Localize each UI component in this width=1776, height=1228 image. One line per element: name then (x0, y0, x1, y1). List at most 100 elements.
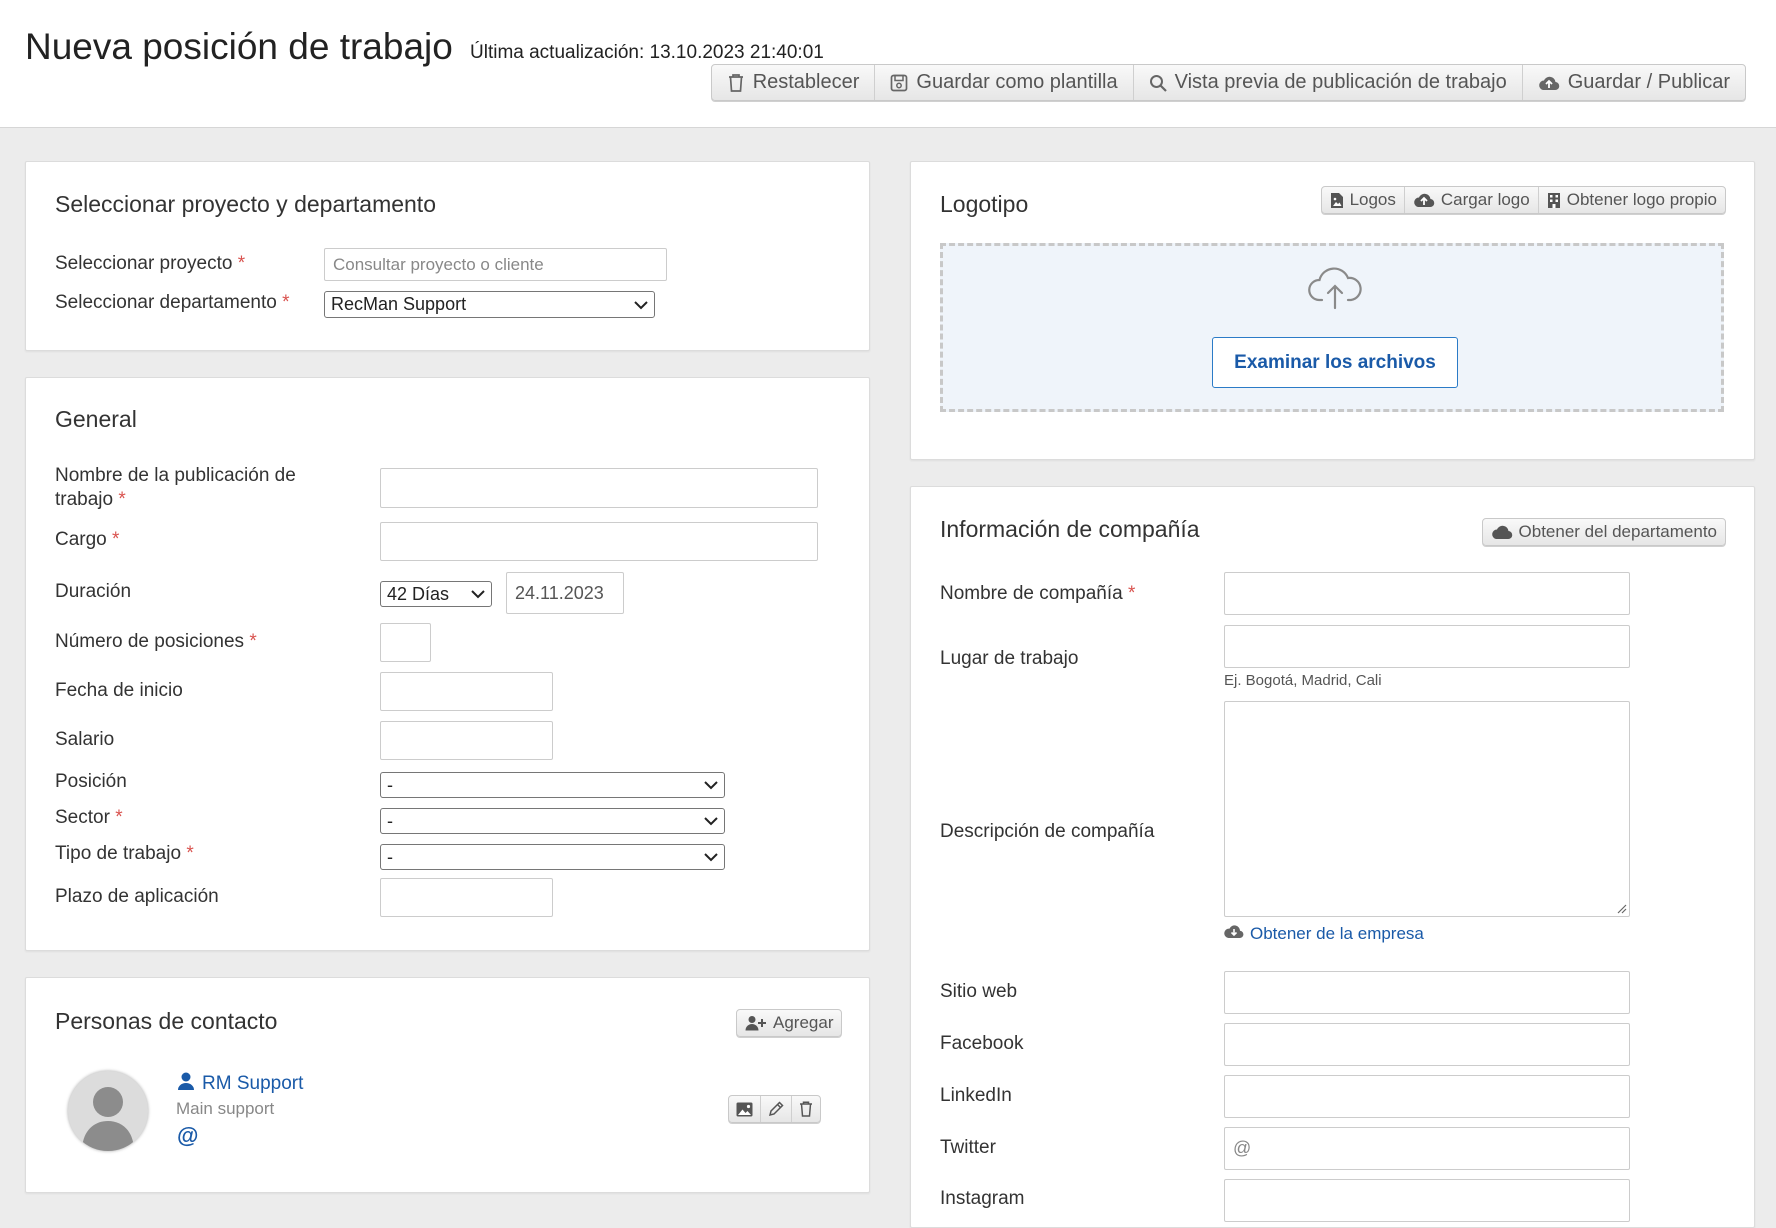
position-select[interactable]: - (380, 772, 725, 798)
salary-label: Salario (55, 729, 115, 750)
website-input[interactable] (1224, 971, 1630, 1014)
deadline-input[interactable] (380, 878, 553, 917)
cloud-upload-icon (1538, 74, 1560, 91)
positions-count-input[interactable] (380, 623, 431, 662)
fetch-from-department-button[interactable]: Obtener del departamento (1483, 519, 1725, 545)
chevron-down-icon (471, 590, 485, 599)
company-card-title: Información de compañía (940, 516, 1200, 542)
company-name-label: Nombre de compañía * (940, 583, 1136, 604)
twitter-input[interactable]: @ (1224, 1127, 1630, 1170)
trash-icon (727, 73, 745, 93)
contact-email-link[interactable]: @ (177, 1123, 198, 1149)
project-department-card: Seleccionar proyecto y departamento Sele… (25, 161, 870, 351)
position-select-value: - (387, 774, 393, 795)
cloud-icon (1491, 525, 1513, 540)
logo-card: Logotipo Logos Cargar logo Obtener logo … (910, 161, 1755, 460)
job-type-select-value: - (387, 846, 393, 867)
chevron-down-icon (704, 781, 718, 790)
contact-edit-button[interactable] (761, 1096, 792, 1122)
salary-input[interactable] (380, 721, 553, 760)
position-title-label: Cargo * (55, 529, 120, 550)
contact-delete-button[interactable] (792, 1096, 820, 1122)
department-select[interactable]: RecMan Support (324, 291, 655, 318)
sector-select[interactable]: - (380, 808, 725, 834)
save-template-button[interactable]: Guardar como plantilla (875, 65, 1134, 100)
logo-card-title: Logotipo (940, 191, 1029, 217)
company-actions: Obtener del departamento (1481, 518, 1726, 546)
duration-select-value: 42 Días (387, 583, 450, 604)
department-label: Seleccionar departamento * (55, 292, 290, 313)
start-date-input[interactable] (380, 672, 553, 711)
upload-logo-button[interactable]: Cargar logo (1405, 187, 1539, 213)
project-card-title: Seleccionar proyecto y departamento (55, 191, 436, 217)
sector-label: Sector * (55, 807, 123, 828)
top-bar: Nueva posición de trabajo Última actuali… (0, 0, 1776, 128)
linkedin-label: LinkedIn (940, 1085, 1012, 1106)
logo-actions: Logos Cargar logo Obtener logo propio (1320, 186, 1726, 214)
instagram-input[interactable] (1224, 1179, 1630, 1222)
general-card: General Nombre de la publicación de trab… (25, 377, 870, 951)
chevron-down-icon (704, 853, 718, 862)
logos-button[interactable]: Logos (1322, 187, 1405, 213)
contact-role: Main support (176, 1099, 275, 1118)
save-publish-button[interactable]: Guardar / Publicar (1523, 65, 1745, 100)
contacts-actions: Agregar (736, 1009, 843, 1037)
logo-dropzone[interactable]: Examinar los archivos (940, 243, 1724, 412)
job-posting-name-label: Nombre de la publicación de trabajo * (55, 465, 296, 510)
job-type-select[interactable]: - (380, 844, 725, 870)
facebook-input[interactable] (1224, 1023, 1630, 1066)
fetch-from-company-label: Obtener de la empresa (1250, 924, 1424, 943)
project-label: Seleccionar proyecto * (55, 253, 246, 274)
search-icon (1149, 74, 1167, 92)
position-title-input[interactable] (380, 522, 818, 561)
avatar (68, 1071, 148, 1151)
start-date-label: Fecha de inicio (55, 680, 183, 701)
preview-label: Vista previa de publicación de trabajo (1174, 71, 1507, 93)
duration-select[interactable]: 42 Días (380, 581, 492, 607)
fetch-from-department-label: Obtener del departamento (1518, 522, 1717, 541)
image-icon (736, 1102, 753, 1117)
company-info-card: Información de compañía Obtener del depa… (910, 486, 1755, 1228)
own-logo-label: Obtener logo propio (1566, 190, 1717, 209)
user-icon (178, 1072, 194, 1096)
fetch-from-company-link[interactable]: Obtener de la empresa (1224, 924, 1424, 944)
cloud-upload-icon (1413, 192, 1435, 208)
preview-button[interactable]: Vista previa de publicación de trabajo (1134, 65, 1523, 100)
facebook-label: Facebook (940, 1033, 1024, 1054)
chevron-down-icon (634, 300, 648, 309)
last-updated-text: Última actualización: 13.10.2023 21:40:0… (470, 42, 824, 63)
contact-name-link[interactable]: RM Support (178, 1072, 303, 1096)
upload-logo-label: Cargar logo (1440, 190, 1530, 209)
duration-label: Duración (55, 581, 132, 602)
save-template-label: Guardar como plantilla (916, 71, 1118, 93)
instagram-label: Instagram (940, 1188, 1025, 1209)
add-contact-button[interactable]: Agregar (737, 1010, 841, 1036)
contacts-card-title: Personas de contacto (55, 1008, 278, 1034)
add-user-icon (745, 1015, 767, 1031)
sector-select-value: - (387, 810, 393, 831)
file-image-icon (1330, 192, 1344, 209)
linkedin-input[interactable] (1224, 1075, 1630, 1118)
building-icon (1547, 192, 1561, 209)
project-search-input[interactable]: Consultar proyecto o cliente (324, 248, 667, 281)
general-card-title: General (55, 406, 137, 432)
workplace-input[interactable] (1224, 625, 1630, 668)
duration-end-date-input[interactable]: 24.11.2023 (506, 572, 624, 614)
header-actions: Restablecer Guardar como plantilla Vista… (710, 64, 1746, 101)
logos-label: Logos (1349, 190, 1396, 209)
contact-row-actions (728, 1095, 821, 1123)
reset-button[interactable]: Restablecer (712, 65, 876, 100)
contacts-card: Personas de contacto Agregar RM Support … (25, 977, 870, 1193)
department-select-value: RecMan Support (331, 294, 467, 314)
company-name-input[interactable] (1224, 572, 1630, 615)
add-contact-label: Agregar (773, 1013, 834, 1032)
job-type-label: Tipo de trabajo * (55, 843, 194, 864)
trash-icon (799, 1101, 813, 1117)
job-posting-name-input[interactable] (380, 468, 818, 508)
company-description-textarea[interactable] (1224, 701, 1630, 917)
browse-files-button[interactable]: Examinar los archivos (1212, 337, 1458, 388)
own-logo-button[interactable]: Obtener logo propio (1539, 187, 1725, 213)
contact-image-button[interactable] (729, 1096, 761, 1122)
resize-handle-icon[interactable] (1617, 904, 1627, 914)
workplace-hint: Ej. Bogotá, Madrid, Cali (1224, 672, 1382, 689)
